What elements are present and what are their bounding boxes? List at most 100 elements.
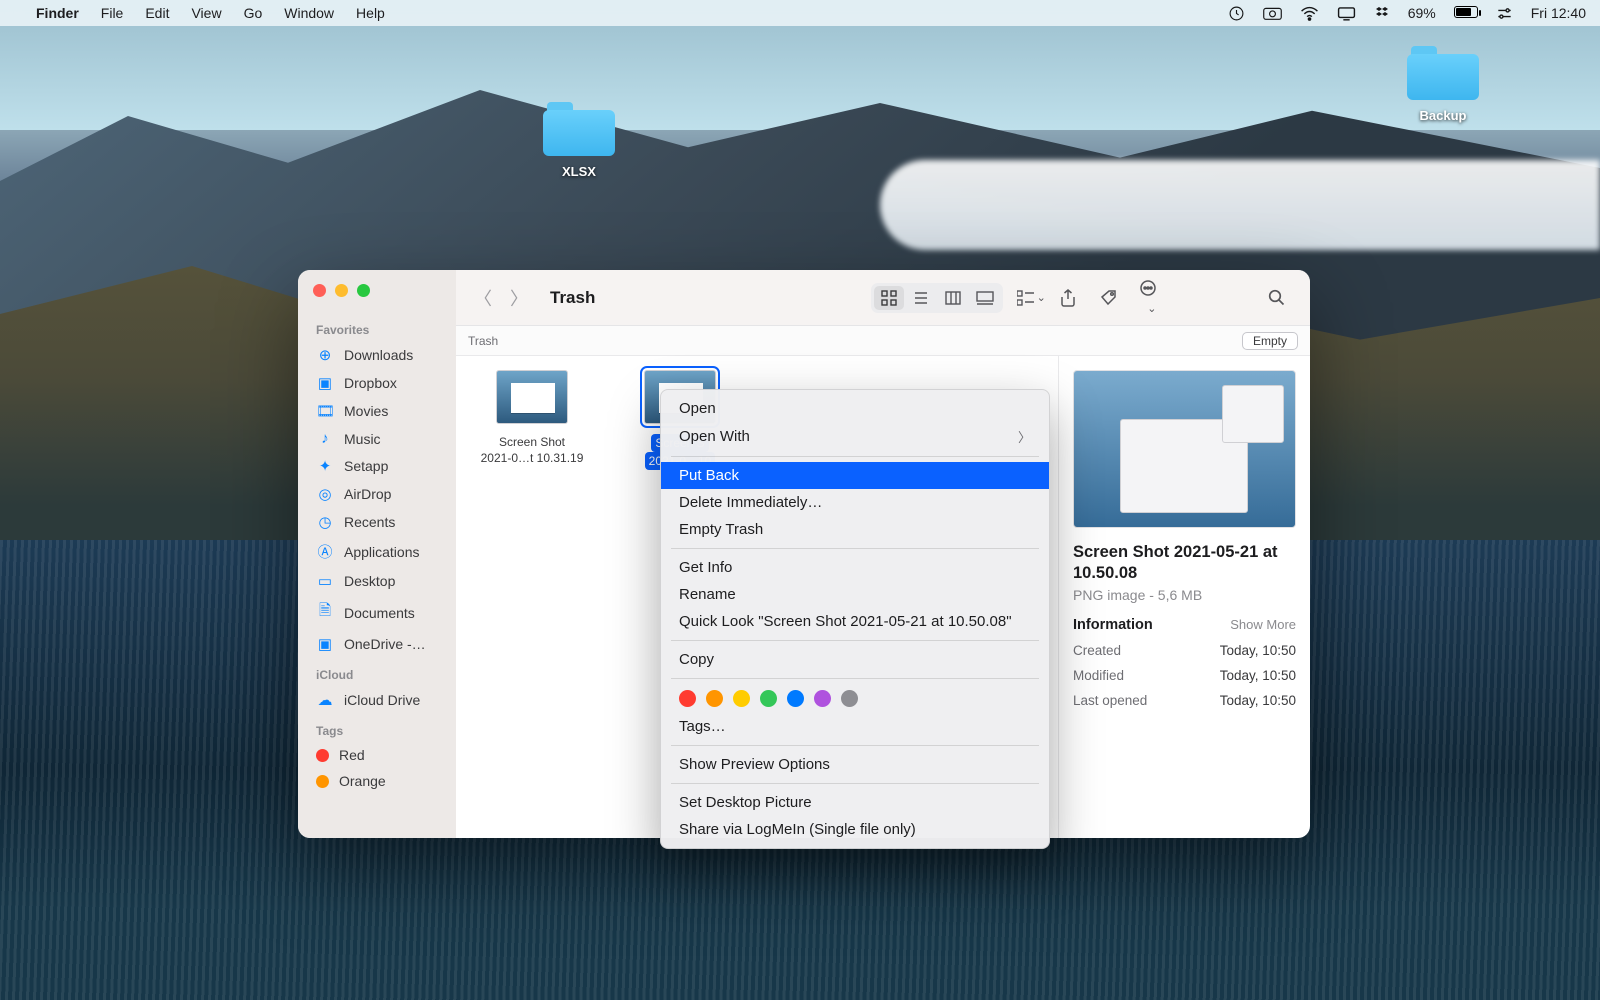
ctx-empty-trash[interactable]: Empty Trash	[661, 516, 1049, 543]
film-icon: 🎞	[316, 402, 334, 420]
chevron-right-icon: 〉	[1018, 427, 1031, 446]
separator	[671, 783, 1039, 784]
menu-window[interactable]: Window	[284, 5, 334, 21]
display-status-icon[interactable]	[1337, 6, 1356, 21]
zoom-window-button[interactable]	[357, 284, 370, 297]
tag-color-gray[interactable]	[841, 690, 858, 707]
ctx-tags[interactable]: Tags…	[661, 713, 1049, 740]
sidebar-item-label: Red	[339, 747, 365, 763]
file-item[interactable]: Screen Shot 2021-0…t 10.31.19	[472, 370, 592, 466]
preview-row-opened: Last openedToday, 10:50	[1073, 693, 1296, 708]
sidebar-tag-red[interactable]: Red	[298, 742, 456, 768]
forward-button[interactable]: 〉	[508, 285, 530, 311]
sidebar-item-icloud-drive[interactable]: ☁iCloud Drive	[298, 686, 456, 714]
folder-icon	[1407, 46, 1479, 100]
sidebar-section-tags: Tags	[298, 714, 456, 742]
more-actions-button[interactable]: ⌄	[1140, 279, 1166, 317]
column-view-button[interactable]	[938, 286, 968, 310]
sidebar-item-setapp[interactable]: ✦Setapp	[298, 452, 456, 480]
app-menu[interactable]: Finder	[36, 5, 79, 21]
ctx-delete-immediately[interactable]: Delete Immediately…	[661, 489, 1049, 516]
sidebar-item-downloads[interactable]: ⊕Downloads	[298, 341, 456, 369]
share-button[interactable]	[1060, 289, 1086, 307]
ctx-show-preview-options[interactable]: Show Preview Options	[661, 751, 1049, 778]
ctx-set-desktop-picture[interactable]: Set Desktop Picture	[661, 789, 1049, 816]
cloud-icon: ☁	[316, 691, 334, 709]
menu-edit[interactable]: Edit	[145, 5, 169, 21]
empty-trash-button[interactable]: Empty	[1242, 332, 1298, 350]
preview-info-heading: Information	[1073, 617, 1153, 633]
chevron-down-icon: ⌄	[1037, 291, 1046, 304]
file-name: 2021-0…t 10.31.19	[481, 451, 584, 465]
menu-file[interactable]: File	[101, 5, 124, 21]
documents-icon: 🗎	[316, 600, 334, 625]
sidebar-item-airdrop[interactable]: ◎ AirDrop	[298, 480, 456, 508]
ctx-put-back[interactable]: Put Back	[661, 462, 1049, 489]
sidebar-tag-orange[interactable]: Orange	[298, 768, 456, 794]
group-by-button[interactable]: ⌄	[1017, 290, 1046, 306]
sidebar-item-label: AirDrop	[344, 486, 391, 502]
gallery-view-button[interactable]	[970, 286, 1000, 310]
list-view-button[interactable]	[906, 286, 936, 310]
separator	[671, 640, 1039, 641]
separator	[671, 548, 1039, 549]
finder-toolbar: 〈 〉 Trash ⌄ ⌄	[456, 270, 1310, 326]
wifi-icon[interactable]	[1300, 6, 1319, 21]
menu-view[interactable]: View	[191, 5, 221, 21]
tag-color-red[interactable]	[679, 690, 696, 707]
tag-color-orange[interactable]	[706, 690, 723, 707]
sidebar-item-desktop[interactable]: ▭Desktop	[298, 567, 456, 595]
sidebar-item-label: Recents	[344, 514, 395, 530]
separator	[671, 456, 1039, 457]
clock-icon[interactable]	[1228, 5, 1245, 22]
sidebar-item-dropbox[interactable]: ▣Dropbox	[298, 369, 456, 397]
airdrop-icon: ◎	[316, 485, 334, 503]
minimize-window-button[interactable]	[335, 284, 348, 297]
close-window-button[interactable]	[313, 284, 326, 297]
tag-color-blue[interactable]	[787, 690, 804, 707]
tag-color-yellow[interactable]	[733, 690, 750, 707]
sidebar-item-label: Dropbox	[344, 375, 397, 391]
menu-help[interactable]: Help	[356, 5, 385, 21]
dropbox-status-icon[interactable]	[1374, 5, 1390, 21]
sidebar-item-label: Movies	[344, 403, 388, 419]
icon-view-button[interactable]	[874, 286, 904, 310]
ctx-quick-look[interactable]: Quick Look "Screen Shot 2021-05-21 at 10…	[661, 608, 1049, 635]
search-button[interactable]	[1268, 289, 1294, 306]
menubar: Finder File Edit View Go Window Help 69%…	[0, 0, 1600, 26]
sidebar-item-label: Setapp	[344, 458, 388, 474]
ctx-open[interactable]: Open	[661, 395, 1049, 422]
control-center-icon[interactable]	[1496, 7, 1513, 20]
ctx-open-with[interactable]: Open With〉	[661, 422, 1049, 451]
sidebar-item-applications[interactable]: ⒶApplications	[298, 536, 456, 567]
ctx-share-logmein[interactable]: Share via LogMeIn (Single file only)	[661, 816, 1049, 843]
show-more-button[interactable]: Show More	[1230, 617, 1296, 632]
sidebar-item-recents[interactable]: ◷Recents	[298, 508, 456, 536]
sidebar-item-music[interactable]: ♪Music	[298, 425, 456, 452]
onedrive-icon: ▣	[316, 635, 334, 653]
ctx-get-info[interactable]: Get Info	[661, 554, 1049, 581]
ctx-copy[interactable]: Copy	[661, 646, 1049, 673]
separator	[671, 745, 1039, 746]
sidebar-item-documents[interactable]: 🗎Documents	[298, 595, 456, 630]
sidebar-item-movies[interactable]: 🎞 Movies	[298, 397, 456, 425]
back-button[interactable]: 〈	[472, 285, 494, 311]
camera-status-icon[interactable]	[1263, 5, 1282, 22]
file-thumbnail	[496, 370, 568, 424]
battery-icon[interactable]	[1454, 5, 1478, 21]
context-menu: Open Open With〉 Put Back Delete Immediat…	[660, 389, 1050, 849]
sidebar-item-onedrive[interactable]: ▣OneDrive -…	[298, 630, 456, 658]
menu-go[interactable]: Go	[244, 5, 263, 21]
tag-color-green[interactable]	[760, 690, 777, 707]
desktop-folder-label: Backup	[1398, 108, 1488, 123]
preview-row-created: CreatedToday, 10:50	[1073, 643, 1296, 658]
preview-thumbnail	[1073, 370, 1296, 528]
finder-sidebar: Favorites ⊕Downloads ▣Dropbox 🎞Movies ♪M…	[298, 270, 456, 838]
menubar-clock[interactable]: Fri 12:40	[1531, 5, 1586, 21]
desktop-folder-xlsx[interactable]: XLSX	[534, 102, 624, 179]
desktop-folder-backup[interactable]: Backup	[1398, 46, 1488, 123]
preview-panel: Screen Shot 2021-05-21 at 10.50.08 PNG i…	[1058, 356, 1310, 838]
tags-button[interactable]	[1100, 289, 1126, 307]
tag-color-purple[interactable]	[814, 690, 831, 707]
ctx-rename[interactable]: Rename	[661, 581, 1049, 608]
